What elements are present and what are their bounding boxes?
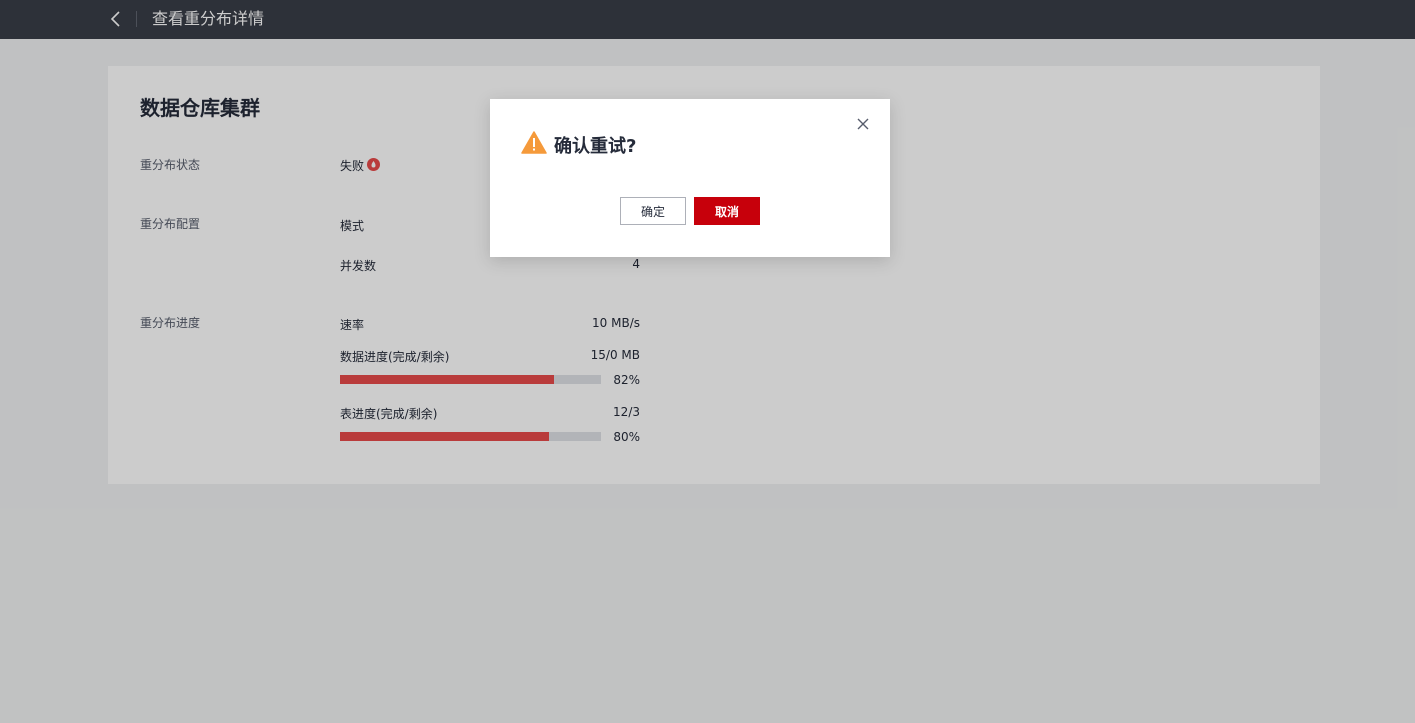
cancel-button[interactable]: 取消 [694, 197, 760, 225]
dialog-title: 确认重试? [554, 136, 637, 157]
close-icon[interactable] [856, 117, 870, 131]
confirm-retry-dialog: 确认重试? 确定 取消 [490, 99, 890, 257]
warning-triangle-icon [521, 131, 547, 154]
ok-button[interactable]: 确定 [620, 197, 686, 225]
